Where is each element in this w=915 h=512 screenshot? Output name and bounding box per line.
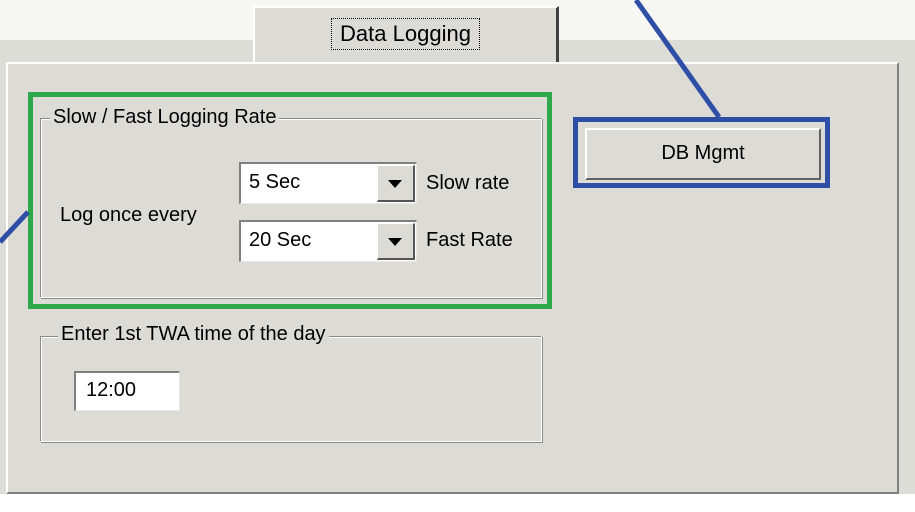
blue-callout-line [633,0,722,119]
green-callout-line [0,210,30,244]
annotation-lines [0,0,722,244]
